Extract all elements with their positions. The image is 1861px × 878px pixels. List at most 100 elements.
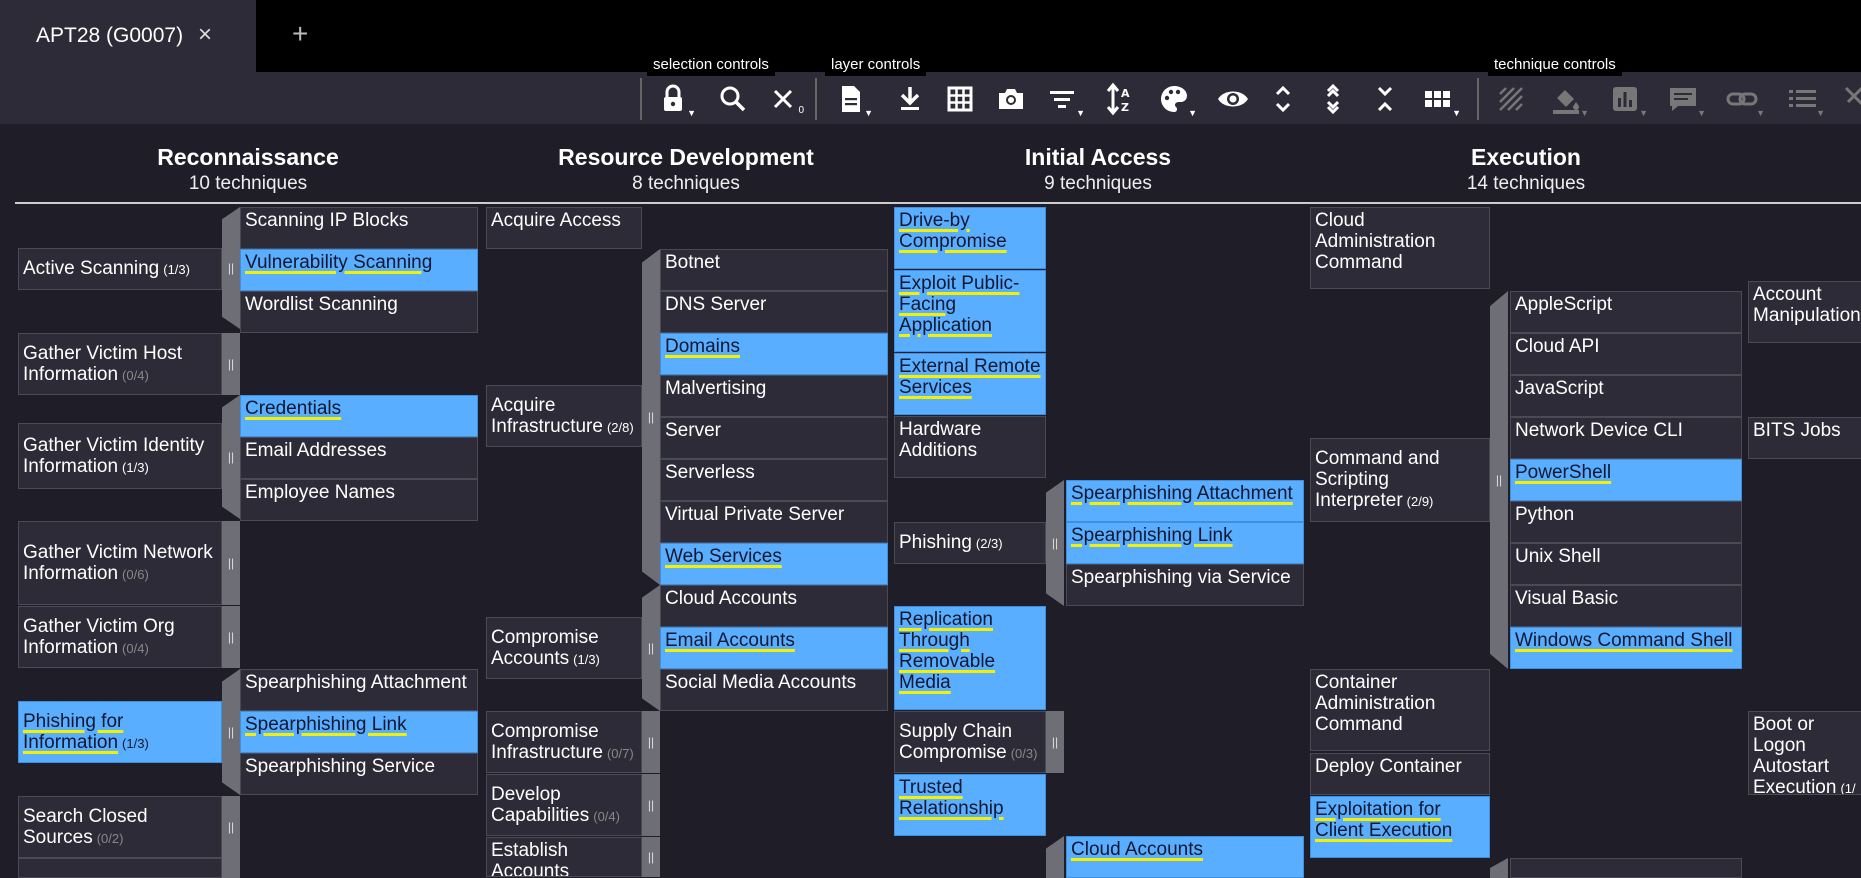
expand-handle[interactable]: ||: [222, 395, 240, 519]
technique-bits-jobs[interactable]: BITS Jobs: [1748, 417, 1861, 459]
tactic-header-initial-access[interactable]: Initial Access 9 techniques: [998, 144, 1198, 195]
expand-icon[interactable]: [1264, 80, 1302, 118]
technique-gather-victim-org-information[interactable]: Gather Victim Org Information (0/4): [18, 606, 222, 668]
technique-search-open-technical-databases[interactable]: [18, 858, 222, 878]
expand-handle[interactable]: ||: [1046, 711, 1064, 773]
subtechnique-botnet[interactable]: Botnet: [660, 249, 888, 291]
expand-handle[interactable]: ||: [1046, 480, 1064, 606]
link-icon[interactable]: ▼: [1723, 80, 1765, 118]
subtechnique-server[interactable]: Server: [660, 417, 888, 459]
subtechnique-spearphishing-link-ia[interactable]: Spearphishing Link: [1066, 522, 1304, 564]
metadata-list-icon[interactable]: ▼: [1783, 80, 1825, 118]
clear-annotations-icon[interactable]: [1840, 80, 1861, 118]
expand-handle[interactable]: ||: [642, 249, 660, 585]
subtechnique-email-accounts[interactable]: Email Accounts: [660, 627, 888, 669]
technique-acquire-infrastructure[interactable]: Acquire Infrastructure (2/8): [486, 385, 642, 447]
palette-icon[interactable]: ▼: [1155, 80, 1197, 118]
technique-search-closed-sources[interactable]: Search Closed Sources (0/2): [18, 796, 222, 858]
deselect-button[interactable]: 0: [764, 80, 804, 118]
filter-icon[interactable]: ▼: [1043, 80, 1085, 118]
expand-handle[interactable]: ||: [222, 521, 240, 605]
subtechnique-cloud-api[interactable]: Cloud API: [1510, 333, 1742, 375]
tactic-header-execution[interactable]: Execution 14 techniques: [1426, 144, 1626, 195]
subtechnique-vulnerability-scanning[interactable]: Vulnerability Scanning: [240, 249, 478, 291]
search-icon[interactable]: [714, 80, 752, 118]
subtechnique-spearphishing-link[interactable]: Spearphishing Link: [240, 711, 478, 753]
close-icon[interactable]: ×: [198, 21, 212, 49]
technique-account-manipulation[interactable]: Account Manipulation: [1748, 281, 1861, 343]
expand-handle[interactable]: ||: [642, 774, 660, 836]
expand-handle[interactable]: ||: [222, 669, 240, 795]
collapse-icon[interactable]: [1366, 80, 1404, 118]
subtechnique-domains[interactable]: Domains: [660, 333, 888, 375]
subtechnique-component-object-model[interactable]: [1510, 858, 1742, 878]
expand-annotated-icon[interactable]: [1314, 80, 1352, 118]
expand-handle[interactable]: ||: [222, 207, 240, 329]
export-excel-icon[interactable]: [941, 80, 979, 118]
technique-drive-by-compromise[interactable]: Drive-by Compromise: [894, 207, 1046, 269]
comment-icon[interactable]: ▼: [1664, 80, 1706, 118]
technique-supply-chain-compromise[interactable]: Supply Chain Compromise (0/3): [894, 711, 1046, 773]
tactic-header-reconnaissance[interactable]: Reconnaissance 10 techniques: [148, 144, 348, 195]
layer-info-icon[interactable]: ▼: [831, 80, 873, 118]
tab-title[interactable]: APT28 (G0007): [36, 24, 183, 48]
technique-gather-victim-network-information[interactable]: Gather Victim Network Information (0/6): [18, 521, 222, 605]
fill-color-icon[interactable]: ▼: [1547, 80, 1589, 118]
lock-icon[interactable]: ▼: [654, 80, 696, 118]
technique-acquire-access[interactable]: Acquire Access: [486, 207, 642, 249]
technique-replication-through-removable-media[interactable]: Replication Through Removable Media: [894, 606, 1046, 710]
subtechnique-scanning-ip-blocks[interactable]: Scanning IP Blocks: [240, 207, 478, 249]
subtechnique-javascript[interactable]: JavaScript: [1510, 375, 1742, 417]
technique-boot-or-logon-autostart-execution[interactable]: Boot or Logon Autostart Execution (1/: [1748, 711, 1861, 795]
layout-icon[interactable]: ▼: [1419, 80, 1461, 118]
expand-handle[interactable]: ||: [222, 796, 240, 858]
technique-gather-victim-identity-information[interactable]: Gather Victim Identity Information (1/3): [18, 423, 222, 489]
subtechnique-serverless[interactable]: Serverless: [660, 459, 888, 501]
technique-container-administration-command[interactable]: Container Administration Command: [1310, 669, 1490, 751]
subtechnique-unix-shell[interactable]: Unix Shell: [1510, 543, 1742, 585]
new-tab-button[interactable]: +: [292, 20, 308, 48]
technique-active-scanning[interactable]: Active Scanning (1/3): [18, 248, 222, 290]
subtechnique-spearphishing-service[interactable]: Spearphishing Service: [240, 753, 478, 795]
subtechnique-web-services[interactable]: Web Services: [660, 543, 888, 585]
subtechnique-cloud-accounts-ia[interactable]: Cloud Accounts: [1066, 836, 1304, 878]
subtechnique-dns-server[interactable]: DNS Server: [660, 291, 888, 333]
expand-handle[interactable]: ||: [222, 606, 240, 668]
tactic-header-resource-development[interactable]: Resource Development 8 techniques: [536, 144, 836, 195]
subtechnique-social-media-accounts[interactable]: Social Media Accounts: [660, 669, 888, 711]
subtechnique-malvertising[interactable]: Malvertising: [660, 375, 888, 417]
scoring-icon[interactable]: ▼: [1606, 80, 1648, 118]
technique-gather-victim-host-information[interactable]: Gather Victim Host Information (0/4): [18, 333, 222, 395]
expand-handle[interactable]: ||: [642, 585, 660, 711]
technique-compromise-accounts[interactable]: Compromise Accounts (1/3): [486, 617, 642, 679]
camera-icon[interactable]: [992, 80, 1030, 118]
subtechnique-windows-command-shell[interactable]: Windows Command Shell: [1510, 627, 1742, 669]
subtechnique-network-device-cli[interactable]: Network Device CLI: [1510, 417, 1742, 459]
technique-phishing-for-information[interactable]: Phishing for Information (1/3): [18, 701, 222, 763]
layer-tab[interactable]: APT28 (G0007) ×: [0, 0, 256, 72]
subtechnique-powershell[interactable]: PowerShell: [1510, 459, 1742, 501]
subtechnique-email-addresses[interactable]: Email Addresses: [240, 437, 478, 479]
technique-command-and-scripting-interpreter[interactable]: Command and Scripting Interpreter (2/9): [1310, 438, 1490, 522]
subtechnique-virtual-private-server[interactable]: Virtual Private Server: [660, 501, 888, 543]
technique-phishing[interactable]: Phishing (2/3): [894, 522, 1046, 564]
subtechnique-python[interactable]: Python: [1510, 501, 1742, 543]
technique-deploy-container[interactable]: Deploy Container: [1310, 753, 1490, 795]
subtechnique-employee-names[interactable]: Employee Names: [240, 479, 478, 521]
technique-trusted-relationship[interactable]: Trusted Relationship: [894, 774, 1046, 836]
subtechnique-spearphishing-attachment[interactable]: Spearphishing Attachment: [240, 669, 478, 711]
subtechnique-cloud-accounts[interactable]: Cloud Accounts: [660, 585, 888, 627]
technique-external-remote-services[interactable]: External Remote Services: [894, 353, 1046, 415]
expand-handle[interactable]: [222, 858, 240, 878]
sort-icon[interactable]: AZ: [1102, 80, 1140, 118]
download-icon[interactable]: [891, 80, 929, 118]
technique-compromise-infrastructure[interactable]: Compromise Infrastructure (0/7): [486, 711, 642, 773]
expand-handle[interactable]: ||: [1490, 291, 1508, 669]
technique-develop-capabilities[interactable]: Develop Capabilities (0/4): [486, 774, 642, 836]
subtechnique-visual-basic[interactable]: Visual Basic: [1510, 585, 1742, 627]
technique-exploit-public-facing-application[interactable]: Exploit Public-Facing Application: [894, 270, 1046, 352]
subtechnique-wordlist-scanning[interactable]: Wordlist Scanning: [240, 291, 478, 333]
technique-cloud-administration-command[interactable]: Cloud Administration Command: [1310, 207, 1490, 289]
subtechnique-spearphishing-via-service[interactable]: Spearphishing via Service: [1066, 564, 1304, 606]
subtechnique-applescript[interactable]: AppleScript: [1510, 291, 1742, 333]
